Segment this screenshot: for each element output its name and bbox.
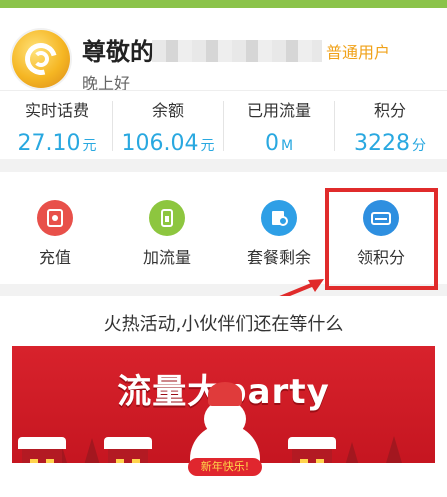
banner-ribbon: 新年快乐!	[188, 458, 262, 476]
add-traffic-button[interactable]: 加流量	[112, 172, 222, 284]
action-label: 套餐剩余	[246, 248, 311, 267]
operator-logo-icon	[12, 30, 70, 88]
stat-unit: 元	[200, 138, 215, 154]
stat-unit: 分	[412, 138, 426, 154]
stat-realtime-fee[interactable]: 实时话费 27.10 元	[2, 97, 112, 156]
recharge-button[interactable]: 充值	[0, 172, 110, 284]
stat-unit: 元	[82, 138, 97, 154]
greeting-title: 尊敬的	[82, 38, 154, 66]
action-label: 充值	[38, 248, 71, 267]
recharge-icon	[37, 200, 73, 236]
party-banner[interactable]: 流量大party 新年快乐!	[12, 346, 435, 497]
activity-title: 火热活动,小伙伴们还在等什么	[103, 314, 344, 335]
stat-unit: M	[280, 138, 294, 154]
profile-header: 尊敬的 普通用户 晚上好	[0, 8, 447, 93]
package-remaining-icon	[261, 200, 297, 236]
stat-used-traffic[interactable]: 已用流量 0M	[224, 97, 334, 156]
santa-hat-icon	[208, 382, 242, 406]
stat-label: 已用流量	[246, 101, 311, 120]
stat-label: 余额	[151, 101, 184, 120]
action-label: 加流量	[142, 248, 191, 267]
stat-value: 0	[264, 131, 279, 156]
stat-value: 106.04	[121, 131, 199, 156]
add-traffic-icon	[149, 200, 185, 236]
stat-label: 实时话费	[24, 101, 89, 120]
stat-value: 3228	[354, 131, 410, 156]
stat-balance[interactable]: 余额 106.04 元	[113, 97, 223, 156]
user-type-badge[interactable]: 普通用户	[326, 39, 390, 63]
top-status-bar	[0, 0, 447, 8]
masked-user-number	[152, 40, 322, 62]
stat-points[interactable]: 积分 3228 分	[335, 97, 445, 156]
package-remaining-button[interactable]: 套餐剩余	[224, 172, 334, 284]
highlight-box	[325, 188, 438, 290]
account-stats: 实时话费 27.10 元 余额 106.04 元 已用流量 0M 积分 3228 分	[0, 90, 447, 159]
activity-section: 火热活动,小伙伴们还在等什么 流量大party 新年快乐!	[0, 296, 447, 497]
stat-value: 27.10	[17, 131, 81, 156]
stat-label: 积分	[373, 101, 406, 120]
